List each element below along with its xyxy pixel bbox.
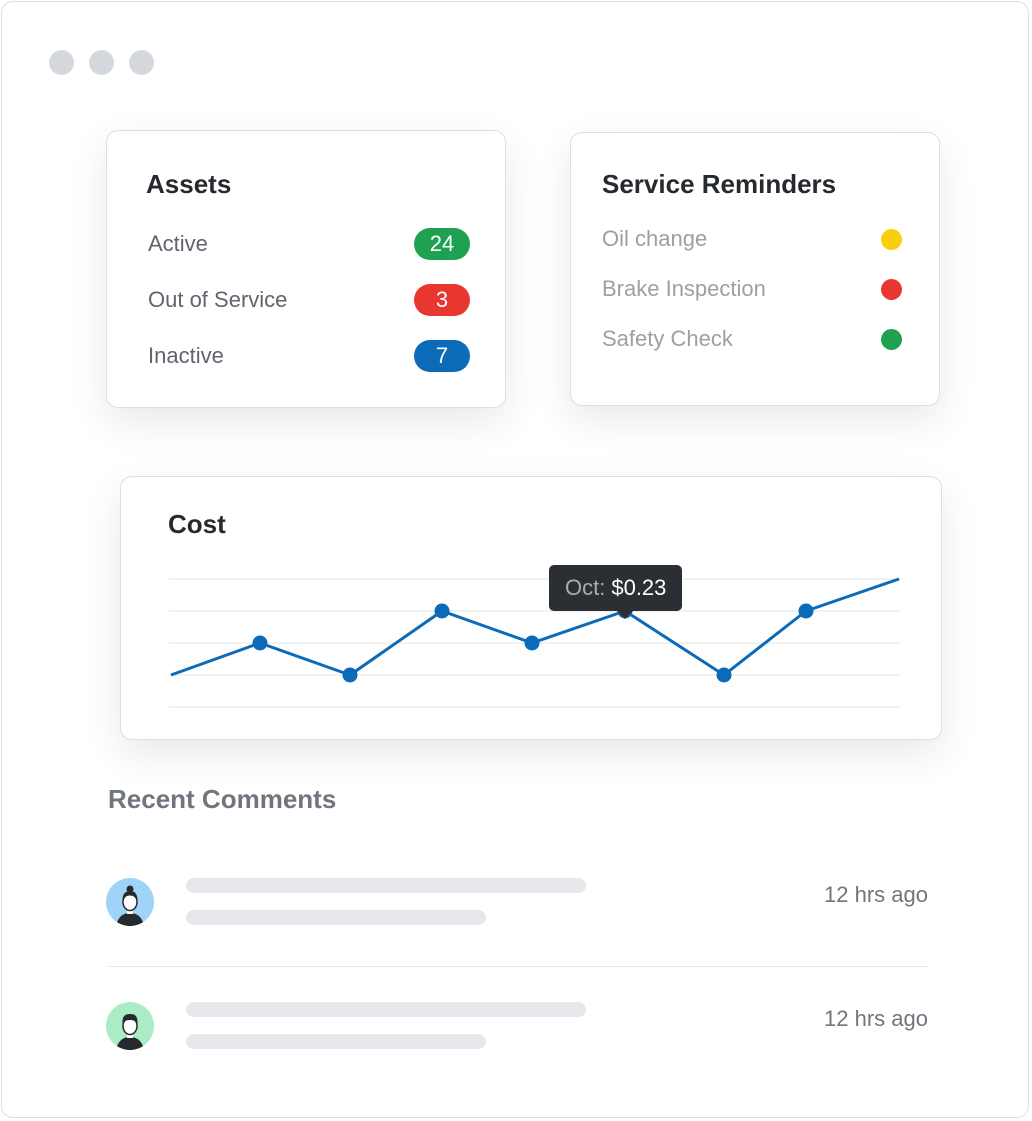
chart-tooltip: Oct: $0.23	[549, 565, 683, 619]
recent-comments-title: Recent Comments	[108, 784, 337, 814]
comment-item[interactable]: 12 hrs ago	[106, 878, 928, 938]
reminder-label: Safety Check	[602, 326, 733, 351]
reminder-label: Brake Inspection	[602, 276, 766, 301]
comment-divider	[108, 966, 928, 967]
window-close-button[interactable]	[49, 50, 74, 75]
asset-label: Out of Service	[148, 287, 288, 312]
comment-item[interactable]: 12 hrs ago	[106, 1002, 928, 1062]
cost-series-line	[170, 577, 900, 677]
count-badge: 7	[414, 340, 470, 372]
comment-text-placeholder	[186, 1034, 486, 1049]
data-point[interactable]	[252, 635, 268, 651]
asset-row-out-of-service[interactable]: Out of Service 3	[148, 283, 470, 317]
status-dot-icon	[881, 278, 902, 300]
service-reminders-title: Service Reminders	[602, 169, 837, 199]
comment-text-placeholder	[186, 1002, 586, 1017]
window-minimize-button[interactable]	[89, 50, 114, 75]
window-maximize-button[interactable]	[129, 50, 154, 75]
asset-row-active[interactable]: Active 24	[148, 227, 470, 261]
comment-time: 12 hrs ago	[824, 1006, 928, 1031]
cost-chart-card: Cost Oct: $0.23	[120, 476, 942, 740]
asset-row-inactive[interactable]: Inactive 7	[148, 339, 470, 373]
asset-label: Inactive	[148, 343, 224, 368]
comment-text-placeholder	[186, 910, 486, 925]
reminder-item-brake-inspection[interactable]: Brake Inspection	[602, 273, 902, 305]
count-badge: 24	[414, 228, 470, 260]
data-point[interactable]	[798, 603, 814, 619]
comment-text-placeholder	[186, 878, 586, 893]
assets-card: Assets Active 24 Out of Service 3 Inacti…	[106, 130, 506, 408]
data-point[interactable]	[716, 667, 732, 683]
status-dot-icon	[881, 228, 902, 250]
tooltip-key: Oct:	[565, 575, 606, 600]
data-point[interactable]	[342, 667, 358, 683]
reminder-item-safety-check[interactable]: Safety Check	[602, 323, 902, 355]
asset-label: Active	[148, 231, 208, 256]
service-reminders-card: Service Reminders Oil change Brake Inspe…	[570, 132, 940, 406]
data-point[interactable]	[434, 603, 450, 619]
cost-line-chart	[169, 577, 901, 708]
man-avatar-icon	[106, 1002, 154, 1050]
reminder-item-oil-change[interactable]: Oil change	[602, 223, 902, 255]
status-dot-icon	[881, 328, 902, 350]
window-controls	[49, 50, 154, 75]
data-point[interactable]	[524, 635, 540, 651]
assets-title: Assets	[146, 169, 232, 199]
woman-avatar-icon	[106, 878, 154, 926]
reminder-label: Oil change	[602, 226, 708, 251]
comment-time: 12 hrs ago	[824, 882, 928, 907]
tooltip-value: $0.23	[611, 575, 667, 600]
count-badge: 3	[414, 284, 470, 316]
